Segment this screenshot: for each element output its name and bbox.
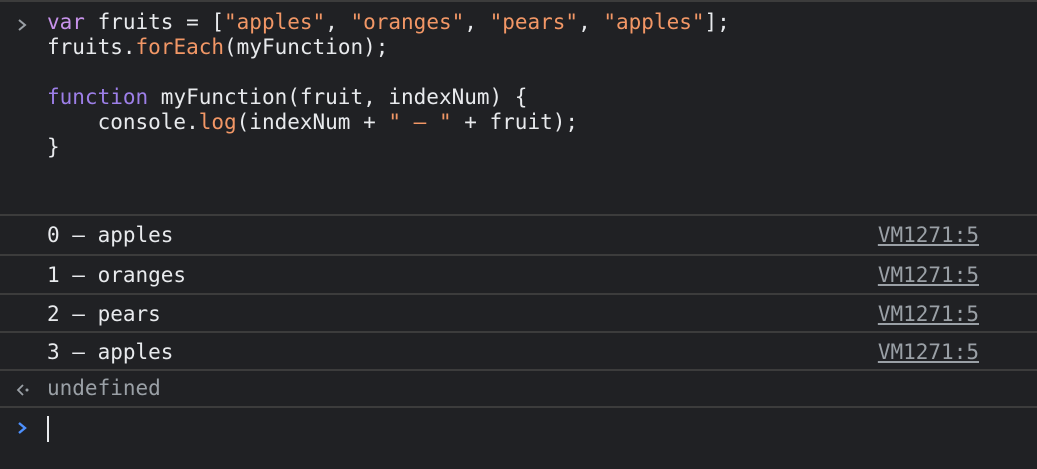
- text-cursor: [47, 416, 49, 442]
- code-token: (indexNum +: [236, 110, 389, 134]
- code-token: + fruit);: [451, 110, 579, 134]
- log-message: 1 – oranges: [47, 263, 187, 287]
- code-token: ,: [464, 10, 490, 34]
- devtools-console: var fruits = ["apples", "oranges", "pear…: [0, 0, 1037, 469]
- log-row: 0 – apples VM1271:5: [0, 216, 1037, 254]
- code-token: ,: [325, 10, 351, 34]
- code-token: log: [198, 110, 237, 134]
- log-message: 3 – apples: [47, 340, 174, 364]
- chevron-right-icon: [18, 422, 27, 434]
- log-row: 3 – apples VM1271:5: [0, 333, 1037, 371]
- code-token: "apples": [224, 10, 326, 34]
- code-token: (myFunction);: [224, 35, 389, 59]
- code-token: console.: [47, 110, 199, 134]
- code-token: ];: [704, 10, 730, 34]
- code-line: console.log(indexNum + " – " + fruit);: [47, 110, 578, 134]
- code-line: fruits.forEach(myFunction);: [47, 35, 388, 59]
- code-token: "oranges": [350, 10, 465, 34]
- console-input-entry[interactable]: var fruits = ["apples", "oranges", "pear…: [0, 2, 1037, 214]
- console-input-field[interactable]: [47, 414, 1007, 444]
- log-source-link[interactable]: VM1271:5: [878, 301, 979, 327]
- code-token: var: [47, 10, 85, 34]
- code-token: "apples": [603, 10, 705, 34]
- code-token: fruits = [: [84, 10, 225, 34]
- code-line: function myFunction(fruit, indexNum) {: [47, 85, 527, 109]
- log-row: 1 – oranges VM1271:5: [0, 256, 1037, 294]
- log-message: 2 – pears: [47, 302, 161, 326]
- code-line: }: [47, 135, 60, 159]
- log-message: 0 – apples: [47, 223, 174, 247]
- code-token: forEach: [135, 35, 225, 59]
- result-value: undefined: [47, 376, 161, 400]
- code-block: var fruits = ["apples", "oranges", "pear…: [47, 10, 730, 160]
- code-token: }: [47, 135, 60, 159]
- chevron-right-icon: [18, 19, 27, 31]
- log-source-link[interactable]: VM1271:5: [878, 339, 979, 365]
- log-source-link[interactable]: VM1271:5: [878, 222, 979, 248]
- result-row: undefined: [0, 371, 1037, 406]
- code-line: var fruits = ["apples", "oranges", "pear…: [47, 10, 730, 34]
- return-arrow-icon: [16, 384, 29, 396]
- code-token: myFunction(fruit, indexNum) {: [148, 85, 528, 109]
- code-token: fruits.: [47, 35, 136, 59]
- code-token: ,: [578, 10, 604, 34]
- code-token: function: [47, 85, 149, 109]
- code-token: "pears": [489, 10, 579, 34]
- log-source-link[interactable]: VM1271:5: [878, 262, 979, 288]
- log-row: 2 – pears VM1271:5: [0, 295, 1037, 333]
- code-token: " – ": [388, 110, 452, 134]
- console-prompt[interactable]: [0, 408, 1037, 469]
